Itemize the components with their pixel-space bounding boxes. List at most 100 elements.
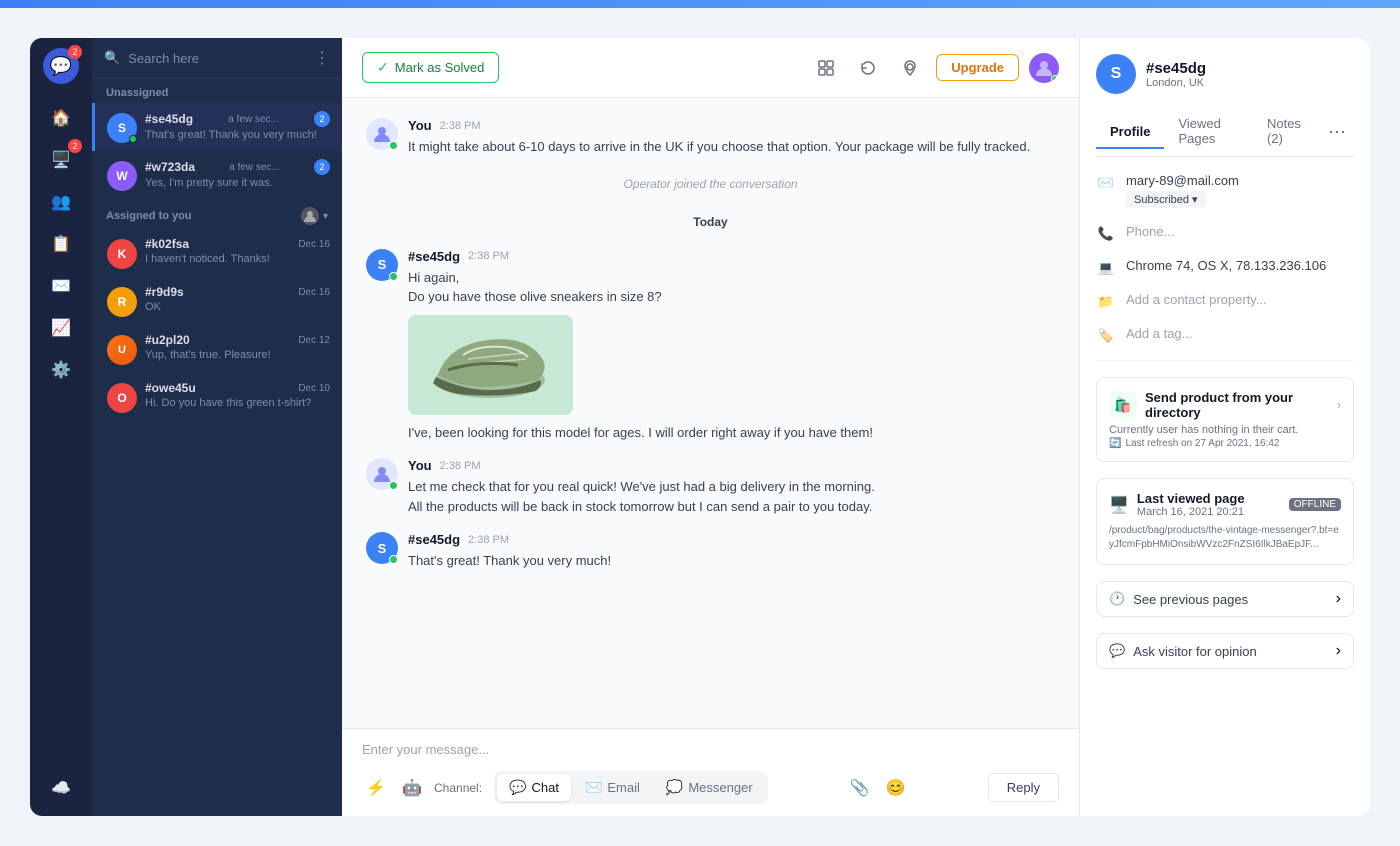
add-property-content: Add a contact property... (1126, 292, 1354, 307)
msg-text: Hi again,Do you have those olive sneaker… (408, 268, 1055, 307)
channel-tab-chat-label: Chat (531, 780, 558, 795)
see-previous-pages[interactable]: 🕐 See previous pages › (1096, 581, 1354, 617)
message-input[interactable] (362, 742, 1059, 757)
channel-tab-email[interactable]: ✉️ Email (573, 774, 652, 801)
phone-content: Phone... (1126, 224, 1354, 239)
add-tag-placeholder[interactable]: Add a tag... (1126, 326, 1354, 341)
add-tag-content: Add a tag... (1126, 326, 1354, 341)
grid-icon-btn[interactable] (810, 52, 842, 84)
check-icon: ✓ (377, 59, 389, 76)
msg-sender: #se45dg (408, 532, 460, 547)
conv-preview: I haven't noticed. Thanks! (145, 253, 330, 265)
msg-sender: You (408, 118, 432, 133)
email-row: ✉️ mary-89@mail.com Subscribed ▾ (1096, 169, 1354, 212)
nav-icon-home[interactable]: 🏠 (43, 100, 79, 136)
top-bar (0, 0, 1400, 8)
msg-content-3: You 2:38 PM Let me check that for you re… (408, 458, 1055, 516)
channel-tab-messenger-label: Messenger (688, 780, 752, 795)
logo-icon: 💬 2 (43, 48, 79, 84)
conv-avatar-r9d9s: R (107, 287, 137, 317)
message-row-3: You 2:38 PM Let me check that for you re… (366, 458, 1055, 516)
browser-icon: 💻 (1096, 260, 1116, 276)
upgrade-button[interactable]: Upgrade (936, 54, 1019, 81)
sneaker-image (408, 315, 573, 415)
message-row-2: S #se45dg 2:38 PM Hi again,Do you have t… (366, 249, 1055, 443)
nav-icon-reports[interactable]: 📋 (43, 226, 79, 262)
conv-time: Dec 12 (298, 335, 330, 346)
last-viewed-title: Last viewed page (1137, 491, 1245, 506)
product-chevron-icon[interactable]: › (1337, 398, 1341, 412)
nav-icon-cloud[interactable]: ☁️ (43, 770, 79, 806)
mark-solved-label: Mark as Solved (395, 60, 485, 75)
bot-icon[interactable]: 🤖 (398, 774, 426, 802)
add-tag-row: 🏷️ Add a tag... (1096, 322, 1354, 348)
product-icon: 🛍️ (1109, 391, 1137, 419)
section-unassigned: Unassigned (92, 79, 342, 103)
contact-name: #se45dg (1146, 60, 1206, 77)
conv-item-u2pl20[interactable]: U #u2pl20 Dec 12 Yup, that's true. Pleas… (92, 325, 342, 373)
more-icon[interactable]: ⋮ (314, 48, 330, 68)
emoji-icon[interactable]: 😊 (882, 774, 910, 802)
channel-tab-email-label: Email (607, 780, 640, 795)
conv-preview: That's great! Thank you very much! (145, 129, 330, 141)
nav-icon-chat[interactable]: 🖥️ 2 (43, 142, 79, 178)
attach-icon[interactable]: 📎 (846, 774, 874, 802)
right-panel-body: ✉️ mary-89@mail.com Subscribed ▾ 📞 Phone… (1080, 157, 1370, 816)
nav-icon-settings[interactable]: ⚙️ (43, 352, 79, 388)
subscribed-badge[interactable]: Subscribed ▾ (1126, 191, 1206, 208)
conv-item-k02fsa[interactable]: K #k02fsa Dec 16 I haven't noticed. Than… (92, 229, 342, 277)
product-card-title: Send product from your directory (1145, 390, 1329, 420)
nav-icon-email[interactable]: ✉️ (43, 268, 79, 304)
msg-time: 2:38 PM (468, 534, 509, 546)
msg-time: 2:38 PM (440, 460, 481, 472)
lightning-icon[interactable]: ⚡ (362, 774, 390, 802)
last-viewed-date: March 16, 2021 20:21 (1137, 506, 1245, 518)
contact-info: S #se45dg London, UK (1096, 54, 1354, 94)
logo-badge: 2 (68, 45, 82, 59)
conv-preview: OK (145, 301, 330, 313)
conv-item-r9d9s[interactable]: R #r9d9s Dec 16 OK (92, 277, 342, 325)
refresh-icon-btn[interactable] (852, 52, 884, 84)
ask-visitor-opinion[interactable]: 💬 Ask visitor for opinion › (1096, 633, 1354, 669)
location-icon-btn[interactable] (894, 52, 926, 84)
channel-tab-messenger[interactable]: 💭 Messenger (654, 774, 765, 801)
nav-icon-contacts[interactable]: 👥 (43, 184, 79, 220)
conv-avatar-se45dg: S (107, 113, 137, 143)
conv-badge: 2 (314, 159, 330, 175)
mark-solved-button[interactable]: ✓ Mark as Solved (362, 52, 499, 83)
channel-tab-chat[interactable]: 💬 Chat (497, 774, 571, 801)
msg-content-4: #se45dg 2:38 PM That's great! Thank you … (408, 532, 1055, 571)
conv-avatar-k02fsa: K (107, 239, 137, 269)
email-icon: ✉️ (1096, 175, 1116, 191)
assigned-chevron-icon[interactable]: ▾ (323, 211, 328, 222)
conv-item-w723da[interactable]: W #w723da a few sec... 2 Yes, I'm pretty… (92, 151, 342, 199)
search-input[interactable] (128, 51, 306, 66)
msg-text: It might take about 6-10 days to arrive … (408, 137, 1055, 157)
system-message: Operator joined the conversation (366, 177, 1055, 191)
channel-label: Channel: (434, 781, 482, 795)
visitor-avatar-4: S (366, 532, 398, 564)
nav-icon-analytics[interactable]: 📈 (43, 310, 79, 346)
reply-button[interactable]: Reply (988, 773, 1059, 802)
search-bar: 🔍 ⋮ (92, 38, 342, 79)
add-property-placeholder[interactable]: Add a contact property... (1126, 292, 1354, 307)
tab-viewed-pages[interactable]: Viewed Pages (1164, 108, 1253, 156)
conv-time: Dec 16 (298, 239, 330, 250)
conv-item-owe45u[interactable]: O #owe45u Dec 10 Hi. Do you have this gr… (92, 373, 342, 421)
divider-1 (1096, 360, 1354, 361)
messenger-channel-icon: 💭 (666, 779, 683, 796)
conv-item-se45dg[interactable]: S #se45dg a few sec... 2 That's great! T… (92, 103, 342, 151)
tab-notes[interactable]: Notes (2) (1253, 108, 1320, 156)
input-row (342, 729, 1079, 767)
agent-online-dot (389, 141, 398, 150)
see-pages-text: 🕐 See previous pages (1109, 591, 1248, 607)
tab-more-icon[interactable]: ⋯ (1320, 118, 1354, 147)
browser-content: Chrome 74, OS X, 78.133.236.106 (1126, 258, 1354, 273)
right-panel: S #se45dg London, UK Profile Viewed Page… (1080, 38, 1370, 816)
tab-profile[interactable]: Profile (1096, 116, 1164, 149)
contact-avatar: S (1096, 54, 1136, 94)
subscribed-label: Subscribed (1134, 194, 1189, 206)
agent-avatar-1 (366, 118, 398, 150)
search-icon: 🔍 (104, 50, 120, 66)
opinion-icon: 💬 (1109, 643, 1125, 659)
